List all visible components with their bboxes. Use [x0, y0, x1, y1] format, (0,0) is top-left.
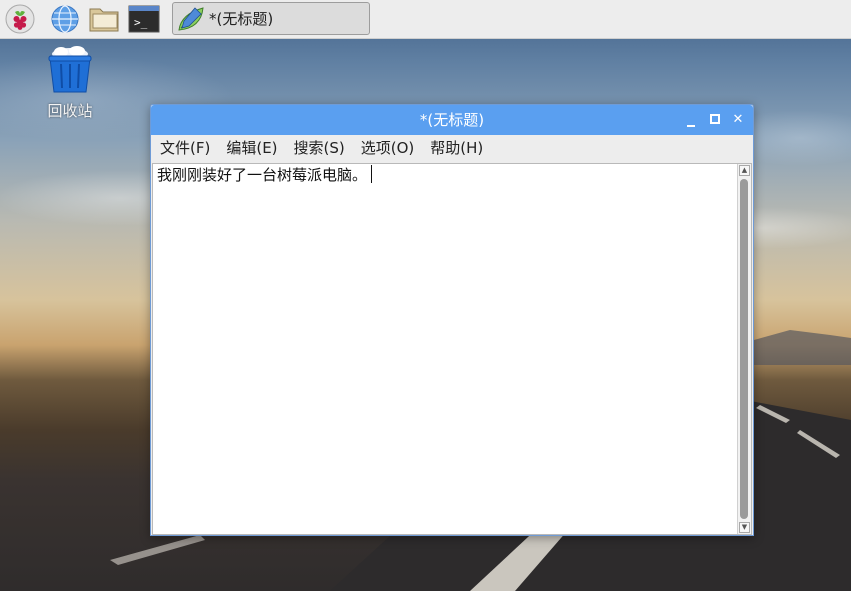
web-browser-icon[interactable]: [49, 4, 81, 34]
editor-line-1: 我刚刚装好了一台树莓派电脑。: [157, 166, 368, 184]
text-caret: [371, 165, 373, 183]
taskbar: >_ *(无标题): [0, 0, 851, 39]
scroll-down-arrow-icon[interactable]: ▼: [739, 522, 750, 533]
text-editor-area[interactable]: 我刚刚装好了一台树莓派电脑。 ▲ ▼: [152, 163, 752, 535]
menu-file[interactable]: 文件(F): [153, 135, 217, 162]
trash-bin-icon: [48, 46, 92, 93]
vertical-scrollbar[interactable]: ▲ ▼: [737, 164, 751, 534]
close-button[interactable]: ✕: [730, 112, 746, 128]
scroll-up-arrow-icon[interactable]: ▲: [739, 165, 750, 176]
menu-options[interactable]: 选项(O): [354, 135, 422, 162]
menu-search[interactable]: 搜索(S): [287, 135, 352, 162]
menu-help[interactable]: 帮助(H): [423, 135, 490, 162]
svg-text:>_: >_: [134, 16, 148, 29]
maximize-icon: [710, 114, 720, 124]
taskbar-window-button[interactable]: *(无标题): [172, 2, 370, 35]
trash-label: 回收站: [47, 102, 93, 120]
file-manager-icon[interactable]: [88, 4, 120, 34]
terminal-icon[interactable]: >_: [128, 4, 160, 34]
desktop-trash[interactable]: 回收站: [34, 46, 106, 122]
taskbar-window-label: *(无标题): [209, 10, 274, 28]
text-editor-leaf-icon: [175, 4, 207, 34]
minimize-icon: [687, 125, 695, 127]
window-title: *(无标题): [419, 111, 485, 129]
menu-bar: 文件(F) 编辑(E) 搜索(S) 选项(O) 帮助(H): [151, 135, 753, 162]
editor-content[interactable]: 我刚刚装好了一台树莓派电脑。: [157, 164, 373, 186]
window-titlebar[interactable]: *(无标题) ✕: [151, 105, 753, 135]
raspberry-menu-icon[interactable]: [4, 4, 36, 34]
close-icon: ✕: [732, 112, 744, 127]
menu-edit[interactable]: 编辑(E): [219, 135, 284, 162]
text-editor-window: *(无标题) ✕ 文件(F) 编辑(E) 搜索(S) 选项(O) 帮助(H) 我…: [150, 104, 754, 536]
scrollbar-thumb[interactable]: [740, 179, 748, 519]
maximize-button[interactable]: [707, 112, 723, 128]
minimize-button[interactable]: [683, 112, 699, 128]
